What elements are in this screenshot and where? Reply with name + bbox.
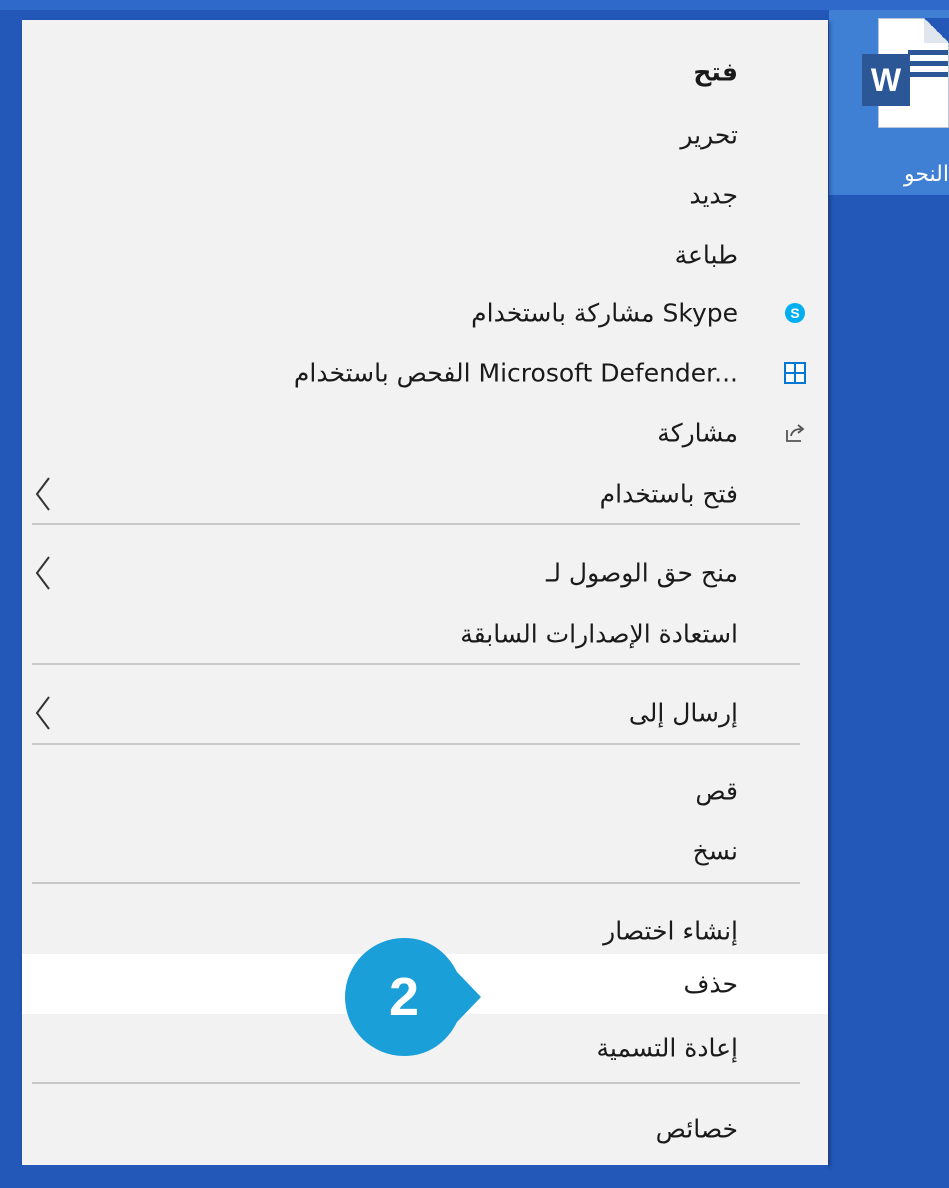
menu-item-label: مشاركة باستخدام Skype: [471, 298, 738, 328]
menu-item-open[interactable]: فتح: [22, 42, 828, 102]
menu-item-label: إنشاء اختصار: [603, 916, 738, 946]
document-lines: [908, 50, 948, 83]
menu-item-label: حذف: [683, 969, 739, 999]
menu-item-label: استعادة الإصدارات السابقة: [460, 619, 738, 649]
menu-item-label: فتح باستخدام: [599, 479, 738, 509]
step-callout: 2: [345, 938, 485, 1056]
menu-item-label: الفحص باستخدام Microsoft Defender...: [293, 358, 738, 388]
menu-item-label: طباعة: [674, 240, 738, 270]
menu-item-label: قص: [695, 776, 738, 806]
menu-separator: [32, 743, 800, 745]
menu-item-new[interactable]: جديد: [22, 165, 828, 225]
share-icon: [784, 422, 806, 444]
menu-item-restore-versions[interactable]: استعادة الإصدارات السابقة: [22, 604, 828, 664]
menu-item-send-to[interactable]: إرسال إلى: [22, 683, 828, 743]
desktop-bottom-strip: [22, 1165, 828, 1188]
skype-icon: S: [784, 302, 806, 324]
menu-item-cut[interactable]: قص: [22, 761, 828, 821]
menu-item-give-access[interactable]: منح حق الوصول لـ: [22, 543, 828, 603]
menu-item-share[interactable]: مشاركة: [22, 403, 828, 463]
file-name-label: النحو: [903, 162, 949, 187]
menu-item-label: إعادة التسمية: [596, 1033, 738, 1063]
menu-separator: [32, 1082, 800, 1084]
chevron-left-icon: [32, 555, 54, 591]
menu-item-scan-defender[interactable]: الفحص باستخدام Microsoft Defender...: [22, 343, 828, 403]
word-document-icon: W: [862, 18, 949, 128]
menu-item-print[interactable]: طباعة: [22, 225, 828, 285]
callout-number: 2: [388, 967, 420, 1027]
desktop-top-strip: [0, 0, 949, 10]
menu-item-properties[interactable]: خصائص: [22, 1099, 828, 1159]
menu-item-label: إرسال إلى: [628, 698, 738, 728]
menu-item-label: جديد: [689, 180, 738, 210]
defender-shield-icon: [784, 362, 806, 384]
menu-item-label: مشاركة: [657, 418, 738, 448]
menu-separator: [32, 663, 800, 665]
context-menu: فتح تحرير جديد طباعة S مشاركة باستخدام S…: [22, 20, 828, 1165]
menu-separator: [32, 523, 800, 525]
menu-item-label: تحرير: [680, 120, 738, 150]
document-fold-corner: [924, 18, 949, 43]
svg-text:S: S: [790, 305, 799, 321]
chevron-left-icon: [32, 695, 54, 731]
word-file-tile[interactable]: W النحو: [829, 10, 949, 195]
menu-item-label: فتح: [693, 57, 738, 87]
menu-item-open-with[interactable]: فتح باستخدام: [22, 464, 828, 524]
menu-item-edit[interactable]: تحرير: [22, 105, 828, 165]
menu-item-share-skype[interactable]: S مشاركة باستخدام Skype: [22, 283, 828, 343]
menu-item-label: خصائص: [655, 1114, 738, 1144]
menu-item-label: منح حق الوصول لـ: [546, 558, 738, 588]
chevron-left-icon: [32, 476, 54, 512]
menu-item-label: نسخ: [692, 836, 738, 866]
menu-item-copy[interactable]: نسخ: [22, 821, 828, 881]
word-badge-icon: W: [862, 54, 910, 106]
menu-separator: [32, 882, 800, 884]
